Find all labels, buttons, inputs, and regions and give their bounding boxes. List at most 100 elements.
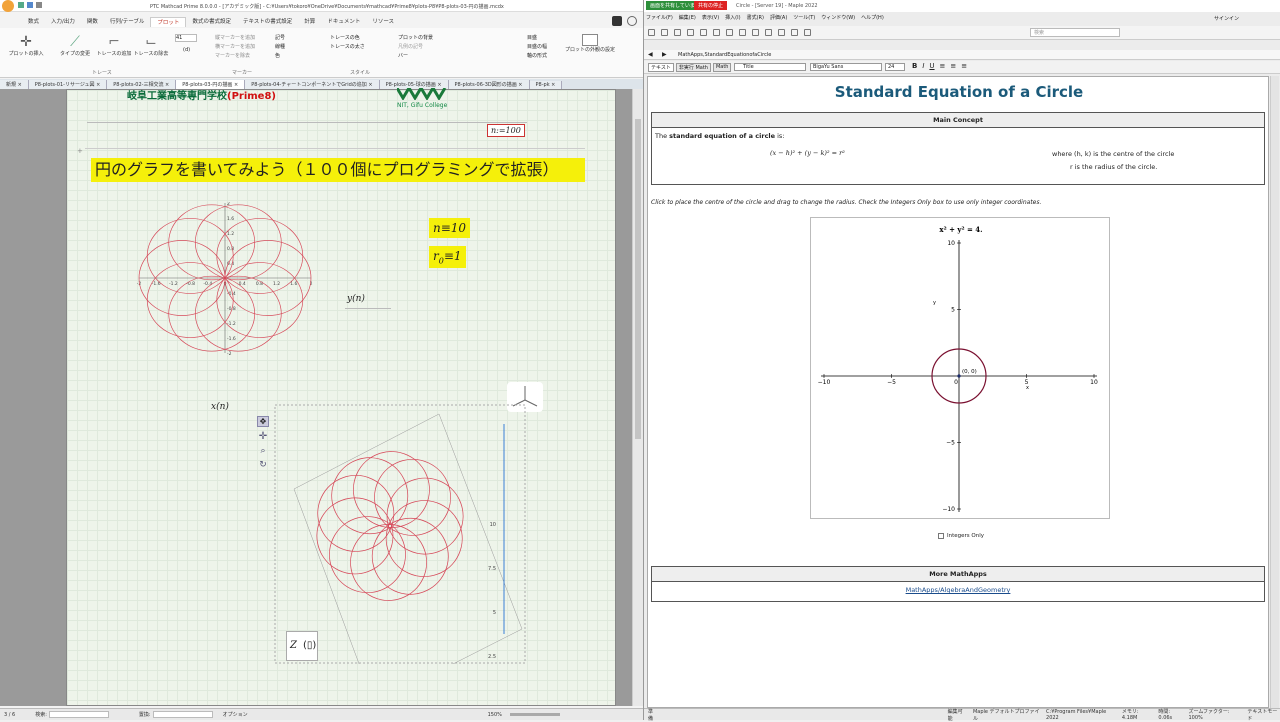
plot-background-group[interactable]: プロットの背景 凡例の記号 バー — [398, 34, 458, 61]
maple-scrollbar[interactable] — [1270, 76, 1279, 708]
menu-item-1[interactable]: 編集(E) — [679, 14, 696, 24]
style-select[interactable]: Title — [734, 63, 806, 71]
ribbon-tab-7[interactable]: 計算 — [298, 17, 321, 27]
ribbon-tab-3[interactable]: 行列/テーブル — [104, 17, 151, 27]
insert-plot-button[interactable]: ✛ プロットの挿入 — [6, 34, 46, 57]
ribbon-tab-6[interactable]: テキストの書式設定 — [237, 17, 298, 27]
underline-icon[interactable]: U — [929, 62, 934, 70]
vertical-scrollbar[interactable] — [632, 89, 643, 706]
graduation-icon[interactable] — [612, 16, 622, 26]
circle-plot-2d[interactable]: -2 -1.6 -1.2 -0.8 -0.4 0 0.4 0.8 1.2 1.6 221.61.20… — [129, 202, 321, 367]
replace-input[interactable] — [152, 711, 213, 718]
font-select[interactable]: BigaYu Sans — [810, 63, 882, 71]
undo-icon[interactable] — [726, 29, 733, 36]
trace-color-button[interactable]: トレースの色 — [330, 34, 390, 43]
add-trace-button[interactable]: ⌐ トレースの追加 — [96, 34, 132, 57]
style-group[interactable]: 記号 線種色 — [275, 34, 330, 61]
ribbon-tab-8[interactable]: ドキュメント — [321, 17, 366, 27]
menu-item-2[interactable]: 表示(V) — [702, 14, 719, 24]
marker-group[interactable]: 縦マーカーを追加 横マーカーを追加 マーカーを除去 — [215, 34, 270, 61]
ribbon-tab-5[interactable]: 数式の書式設定 — [186, 17, 237, 27]
z-matrix-placeholder[interactable]: (▯) — [303, 640, 316, 651]
mode-button-2[interactable]: Math — [712, 63, 732, 72]
section-heading[interactable]: 円のグラフを書いてみよう（１００個にプログラミングで拡張） — [91, 158, 585, 182]
execute-icon[interactable] — [752, 29, 759, 36]
align-center-icon[interactable]: ≡ — [950, 62, 956, 70]
doc-tab-7[interactable]: P8-pk × — [529, 81, 563, 89]
zoom-in-icon[interactable] — [778, 29, 785, 36]
legend-symbols-button[interactable]: 凡例の記号 — [398, 43, 458, 52]
zoom-out-icon[interactable] — [791, 29, 798, 36]
mathapps-link[interactable]: MathApps/AlgebraAndGeometry — [906, 586, 1011, 594]
size-select[interactable]: 24 — [885, 63, 905, 71]
help-icon[interactable] — [627, 16, 637, 26]
worksheet-page[interactable]: 岐阜工業高等専門学校(Prime8) NIT, Gifu College n:=… — [66, 85, 616, 706]
menu-item-4[interactable]: 書式(R) — [747, 14, 764, 24]
menu-item-5[interactable]: 評価(A) — [770, 14, 787, 24]
open-icon[interactable] — [661, 29, 668, 36]
interactive-plot[interactable]: x² + y² = 4. −10 −5 0 5 10 10 5 −5 −10 x y (0, 0) — [810, 217, 1110, 519]
maple-document[interactable]: Standard Equation of a Circle Main Conce… — [647, 76, 1269, 708]
ribbon-tab-1[interactable]: 入力/出力 — [45, 17, 81, 27]
zoom-slider[interactable] — [509, 713, 560, 716]
style-button-1[interactable]: 線種 — [275, 43, 330, 52]
copy-icon[interactable] — [700, 29, 707, 36]
ribbon-tab-9[interactable]: リソース — [366, 17, 400, 27]
plot-settings-button[interactable]: プロットの外観の設定 — [565, 34, 615, 53]
menu-item-6[interactable]: ツール(T) — [793, 14, 815, 24]
marker-button-2[interactable]: マーカーを除去 — [215, 52, 270, 61]
rotate-icon[interactable]: ✥ — [257, 416, 269, 427]
axis-group[interactable]: 目盛 目盛の幅 軸の形式 — [527, 34, 563, 61]
new-icon[interactable] — [18, 2, 24, 8]
doc-tab-6[interactable]: P8-plots-06-3D図形の描画 × — [448, 80, 530, 89]
style-button-2[interactable]: 色 — [275, 52, 330, 61]
italic-icon[interactable]: I — [922, 62, 924, 70]
axis-option-0[interactable]: 目盛 — [527, 34, 563, 43]
doc-tab-0[interactable]: 新規 × — [0, 80, 29, 89]
circle-plot-3d[interactable]: 107.552.50↻ — [274, 404, 526, 664]
doc-tab-1[interactable]: P8-plots-01-リサージュ図 × — [28, 80, 108, 89]
save-icon[interactable] — [27, 2, 33, 8]
help-icon[interactable] — [804, 29, 811, 36]
stop-icon[interactable] — [765, 29, 772, 36]
n-definition[interactable]: n:=100 — [487, 124, 525, 137]
undo-icon[interactable] — [36, 2, 42, 8]
z-matrix-region[interactable]: Z (▯) — [286, 631, 318, 661]
align-right-icon[interactable]: ≡ — [961, 62, 967, 70]
region-handle-icon[interactable]: + — [77, 147, 83, 155]
signin-button[interactable]: サインイン — [1214, 15, 1239, 22]
save-icon[interactable] — [674, 29, 681, 36]
mode-button-1[interactable]: 非実行 Math — [675, 63, 711, 72]
change-type-button[interactable]: ⟋ タイプの変更 — [55, 34, 95, 57]
integers-only-checkbox[interactable]: Integers Only — [938, 533, 984, 539]
zoom-icon[interactable]: ⌕ — [260, 446, 265, 456]
circle-plot[interactable]: x² + y² = 4.−10 −5 0 5 10105−5−10xy(0, 0) — [811, 218, 1111, 520]
menu-item-3[interactable]: 挿入(I) — [725, 14, 740, 24]
remove-trace-button[interactable]: ⌙ トレースの除去 — [133, 34, 169, 57]
trace-format-group[interactable]: トレースの色 トレースの太さ — [330, 34, 390, 52]
trace-value-field[interactable]: 41 — [175, 34, 197, 42]
new-icon[interactable] — [648, 29, 655, 36]
style-button-0[interactable]: 記号 — [275, 34, 330, 43]
redo-icon[interactable] — [739, 29, 746, 36]
marker-button-0[interactable]: 縦マーカーを追加 — [215, 34, 270, 43]
trace-size-button[interactable]: トレースの太さ — [330, 43, 390, 52]
quick-access-toolbar[interactable] — [18, 2, 58, 10]
menu-item-7[interactable]: ウィンドウ(W) — [821, 14, 855, 24]
ribbon-tab-0[interactable]: 数式 — [22, 17, 45, 27]
back-icon[interactable]: ◀ — [648, 51, 653, 58]
pan-icon[interactable]: ✛ — [259, 431, 267, 442]
mode-button-0[interactable]: テキスト — [648, 63, 674, 72]
paste-icon[interactable] — [713, 29, 720, 36]
bars-button[interactable]: バー — [398, 52, 458, 61]
reset-view-icon[interactable]: ↻ — [259, 460, 267, 470]
x-axis-label[interactable]: x(n) — [211, 402, 229, 412]
ribbon-tab-4[interactable]: プロット — [150, 17, 187, 27]
marker-button-1[interactable]: 横マーカーを追加 — [215, 43, 270, 52]
centre-point[interactable] — [957, 374, 961, 378]
menu-item-0[interactable]: ファイル(F) — [646, 14, 673, 24]
checkbox-box[interactable] — [938, 533, 944, 539]
options-button[interactable]: オプション — [223, 711, 248, 718]
n-equal-10[interactable]: n≡10 — [429, 218, 471, 238]
search-input[interactable] — [48, 711, 109, 718]
